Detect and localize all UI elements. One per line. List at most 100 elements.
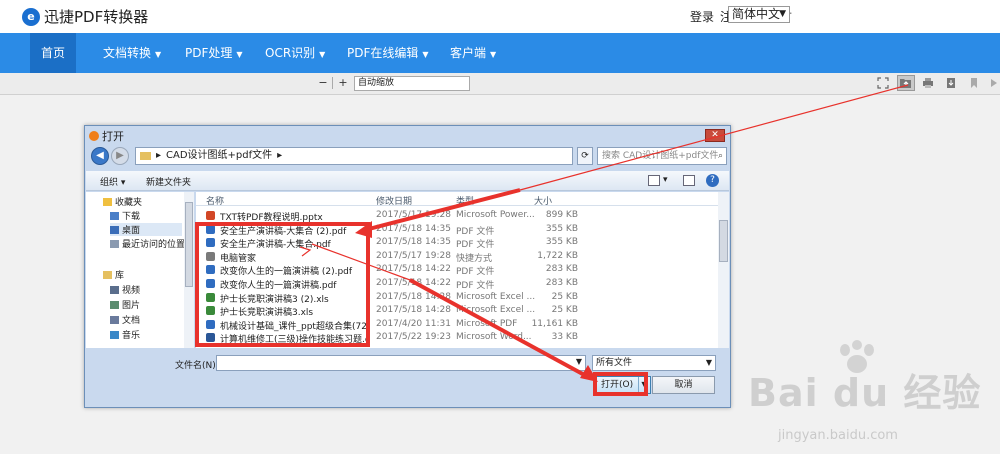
chevron-down-icon: ▼	[779, 9, 786, 19]
nav-pane-item-label: 桌面	[122, 226, 141, 236]
search-icon: ⌕	[717, 151, 723, 161]
nav-pane-item-label: 最近访问的位置	[122, 240, 186, 250]
file-size: 33 KB	[551, 332, 578, 343]
dialog-title-bar: 打开	[89, 128, 124, 144]
caret-down-icon: ▼	[319, 50, 326, 59]
desktop-icon	[110, 225, 119, 234]
column-header-date[interactable]: 修改日期	[376, 194, 412, 207]
caret-down-icon: ▼	[490, 50, 497, 59]
nav-item-label: 首页	[40, 46, 65, 60]
search-input[interactable]: 搜索 CAD设计图纸+pdf文件 ⌕	[597, 147, 727, 165]
scrollbar-thumb[interactable]	[185, 202, 193, 287]
filetype-select[interactable]: 所有文件 ▼	[592, 355, 716, 371]
help-icon[interactable]: ?	[706, 174, 719, 187]
cancel-button[interactable]: 取消	[652, 376, 715, 394]
file-date: 2017/5/17 19:28	[376, 250, 451, 261]
filetype-value: 所有文件	[596, 358, 633, 368]
nav-item-pdf-edit[interactable]: PDF在线编辑 ▼	[339, 33, 437, 73]
scrollbar-thumb[interactable]	[719, 220, 728, 262]
file-type: PDF 文件	[456, 267, 495, 278]
chevron-down-icon[interactable]: ▾	[663, 175, 668, 185]
nav-item-ocr[interactable]: OCR识别 ▼	[257, 33, 333, 73]
nav-pane-item-videos[interactable]: 视频	[110, 283, 140, 296]
refresh-icon[interactable]: ⟳	[577, 147, 593, 165]
nav-pane-item-label: 视频	[122, 286, 141, 296]
document-icon	[110, 315, 119, 324]
viewer-toolbar: − + 自动缩放	[0, 73, 1000, 95]
nav-pane-item-documents[interactable]: 文档	[110, 313, 140, 326]
back-arrow-icon[interactable]: ◀	[91, 147, 109, 165]
picture-icon	[110, 300, 119, 309]
nav-item-label: 客户端	[450, 46, 487, 60]
nav-pane-item-desktop[interactable]: 桌面	[110, 223, 182, 236]
main-nav: 首页 文档转换 ▼ PDF处理 ▼ OCR识别 ▼ PDF在线编辑 ▼ 客户端 ▼	[0, 33, 1000, 73]
folder-icon	[140, 152, 151, 160]
nav-pane-item-downloads[interactable]: 下载	[110, 209, 140, 222]
nav-pane-item-label: 图片	[122, 301, 141, 311]
nav-pane-item-library[interactable]: 库	[103, 268, 124, 281]
column-header-size[interactable]: 大小	[534, 194, 552, 207]
breadcrumb[interactable]: CAD设计图纸+pdf文件	[166, 148, 272, 164]
dialog-app-icon	[89, 131, 99, 141]
annotation-box-open	[593, 372, 648, 396]
open-file-button[interactable]	[897, 75, 915, 91]
download-icon[interactable]	[945, 77, 957, 89]
watermark-text: Bai du 经验	[748, 371, 982, 415]
file-size: 283 KB	[545, 278, 578, 288]
folder-open-icon	[900, 79, 911, 88]
zoom-select[interactable]: 自动缩放	[354, 76, 470, 91]
print-icon[interactable]	[922, 77, 934, 89]
file-size: 283 KB	[545, 264, 578, 275]
bookmark-icon[interactable]	[968, 77, 980, 89]
nav-pane-item-label: 收藏夹	[115, 198, 143, 208]
file-list-scrollbar[interactable]	[718, 192, 729, 348]
nav-pane-item-label: 音乐	[122, 331, 141, 341]
filename-label: 文件名(N):	[175, 361, 219, 371]
nav-pane-item-music[interactable]: 音乐	[110, 328, 140, 341]
address-bar[interactable]: ▸ CAD设计图纸+pdf文件 ▸	[135, 147, 573, 165]
open-file-dialog: 打开 ✕ ◀ ▶ ▸ CAD设计图纸+pdf文件 ▸ ⟳ 搜索 CAD设计图纸+…	[84, 125, 731, 408]
organize-button[interactable]: 组织 ▾	[100, 175, 125, 188]
nav-item-client[interactable]: 客户端 ▼	[442, 33, 504, 73]
breadcrumb-separator-icon: ▸	[277, 150, 283, 161]
download-folder-icon	[110, 211, 119, 220]
language-select[interactable]: 简体中文 ▼	[728, 6, 790, 23]
file-date: 2017/5/18 14:28	[376, 291, 451, 302]
forward-arrow-icon[interactable]: ▶	[111, 147, 129, 165]
file-row[interactable]: TXT转PDF教程说明.pptx 2017/5/17 19:28 Microsoft…	[196, 209, 718, 223]
view-options-icon[interactable]	[648, 175, 660, 186]
breadcrumb-separator-icon: ▸	[156, 150, 162, 161]
column-header-name[interactable]: 名称	[206, 194, 224, 207]
address-row: ◀ ▶ ▸ CAD设计图纸+pdf文件 ▸ ⟳ 搜索 CAD设计图纸+pdf文件…	[91, 146, 727, 168]
close-button[interactable]: ✕	[705, 129, 725, 142]
file-type: Microsoft Power...	[456, 210, 535, 220]
preview-pane-icon[interactable]	[683, 175, 695, 186]
new-folder-button[interactable]: 新建文件夹	[146, 175, 191, 188]
filename-input[interactable]: ▼	[216, 355, 586, 371]
zoom-in-button[interactable]: +	[336, 76, 350, 90]
zoom-out-button[interactable]: −	[316, 76, 330, 90]
column-header-type[interactable]: 类型	[456, 194, 474, 207]
file-date: 2017/5/17 19:28	[376, 210, 451, 220]
login-link[interactable]: 登录	[690, 8, 714, 25]
annotation-box-files	[195, 222, 370, 347]
chevron-down-icon: ▼	[705, 358, 712, 367]
nav-pane-item-recent[interactable]: 最近访问的位置	[110, 237, 185, 250]
nav-item-pdf-process[interactable]: PDF处理 ▼	[177, 33, 251, 73]
file-size: 355 KB	[545, 237, 578, 248]
nav-item-home[interactable]: 首页	[30, 33, 76, 73]
file-size: 11,161 KB	[531, 318, 578, 329]
fullscreen-icon[interactable]	[877, 77, 889, 89]
chevron-down-icon[interactable]: ▼	[576, 357, 582, 366]
nav-item-doc-convert[interactable]: 文档转换 ▼	[95, 33, 169, 73]
video-icon	[110, 285, 119, 294]
file-type: PDF 文件	[456, 226, 495, 237]
nav-pane-scrollbar[interactable]	[184, 192, 194, 348]
nav-pane-item-favorites[interactable]: 收藏夹	[103, 195, 142, 208]
logo[interactable]: e 迅捷PDF转换器	[22, 6, 148, 27]
file-type: Microsoft Excel ...	[456, 305, 536, 316]
nav-pane-item-pictures[interactable]: 图片	[110, 298, 140, 311]
file-date: 2017/5/18 14:35	[376, 237, 451, 248]
more-tools-icon[interactable]	[988, 77, 1000, 89]
caret-down-icon: ▼	[422, 50, 429, 59]
